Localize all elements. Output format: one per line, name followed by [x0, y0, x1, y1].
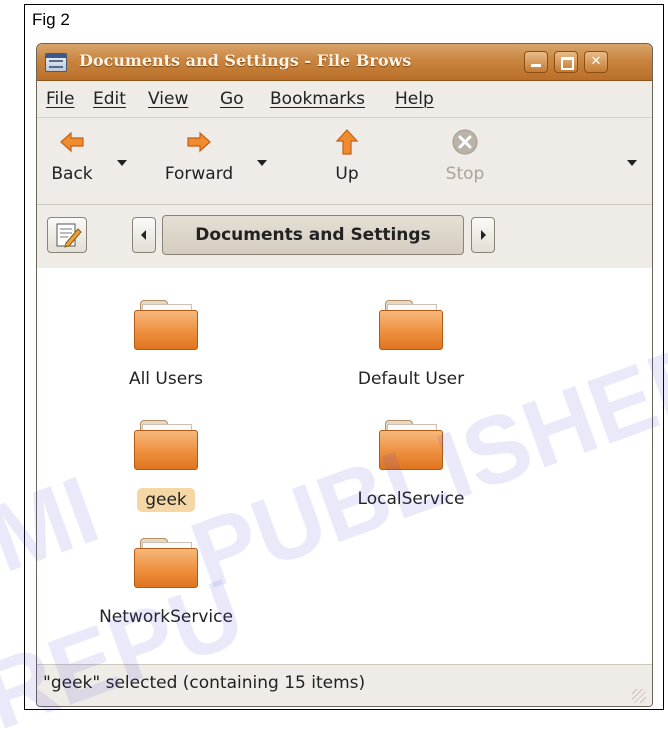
menu-bar: File Edit View Go Bookmarks Help — [37, 81, 652, 118]
menu-file[interactable]: File — [46, 89, 74, 109]
forward-button[interactable]: Forward — [149, 128, 249, 184]
path-scroll-left-button[interactable] — [132, 217, 156, 253]
up-button[interactable]: Up — [317, 128, 377, 184]
folder-icon — [379, 296, 443, 350]
folder-icon — [134, 296, 198, 350]
figure-label: Fig 2 — [32, 10, 70, 29]
location-bar: Documents and Settings — [37, 205, 652, 270]
file-browser-app-icon[interactable] — [45, 53, 67, 72]
left-triangle-icon — [141, 230, 146, 240]
toolbar-overflow-dropdown-icon[interactable] — [627, 160, 637, 166]
resize-grip-icon[interactable] — [632, 689, 646, 703]
forward-arrow-icon — [185, 128, 213, 156]
back-label: Back — [51, 164, 93, 184]
status-text: "geek" selected (containing 15 items) — [43, 673, 366, 693]
right-triangle-icon — [481, 230, 486, 240]
toggle-location-entry-button[interactable] — [47, 217, 87, 253]
path-scroll-right-button[interactable] — [471, 217, 495, 253]
folder-name: All Users — [128, 369, 204, 389]
stop-icon — [451, 128, 479, 156]
path-crumb-current[interactable]: Documents and Settings — [162, 215, 464, 255]
stop-label: Stop — [445, 164, 485, 184]
minimize-button[interactable] — [524, 51, 548, 73]
menu-help[interactable]: Help — [395, 89, 434, 109]
menu-bookmarks[interactable]: Bookmarks — [270, 89, 365, 109]
forward-label: Forward — [164, 164, 234, 184]
folder-item-selected[interactable]: geek — [71, 416, 261, 512]
forward-history-dropdown-icon[interactable] — [257, 160, 267, 166]
folder-icon — [134, 416, 198, 470]
maximize-button[interactable] — [554, 51, 578, 73]
edit-pencil-icon — [56, 223, 82, 248]
title-bar[interactable]: Documents and Settings - File Brows — [37, 44, 652, 81]
menu-edit[interactable]: Edit — [93, 89, 126, 109]
folder-icon — [379, 416, 443, 470]
folder-name: LocalService — [357, 489, 465, 509]
back-arrow-icon — [58, 128, 86, 156]
folder-name: NetworkService — [99, 607, 233, 627]
menu-view[interactable]: View — [148, 89, 188, 109]
back-button[interactable]: Back — [41, 128, 103, 184]
toolbar: Back Forward Up Stop — [37, 118, 652, 205]
file-view[interactable]: All Users Default User geek LocalService — [37, 268, 652, 664]
stop-button[interactable]: Stop — [435, 128, 495, 184]
folder-item[interactable]: LocalService — [316, 416, 506, 510]
menu-go[interactable]: Go — [220, 89, 244, 109]
folder-icon — [134, 534, 198, 588]
figure-frame: Fig 2 Documents and Settings - File Brow… — [24, 4, 664, 710]
close-button[interactable] — [584, 51, 608, 73]
back-history-dropdown-icon[interactable] — [117, 160, 127, 166]
folder-item[interactable]: All Users — [71, 296, 261, 390]
folder-name: geek — [137, 488, 195, 512]
folder-item[interactable]: NetworkService — [71, 534, 261, 628]
status-bar: "geek" selected (containing 15 items) — [37, 664, 652, 706]
window-title: Documents and Settings - File Brows — [79, 51, 412, 70]
folder-name: Default User — [357, 369, 465, 389]
file-browser-window: Documents and Settings - File Brows File… — [36, 43, 653, 707]
up-label: Up — [335, 164, 359, 184]
folder-item[interactable]: Default User — [316, 296, 506, 390]
up-arrow-icon — [333, 128, 361, 156]
